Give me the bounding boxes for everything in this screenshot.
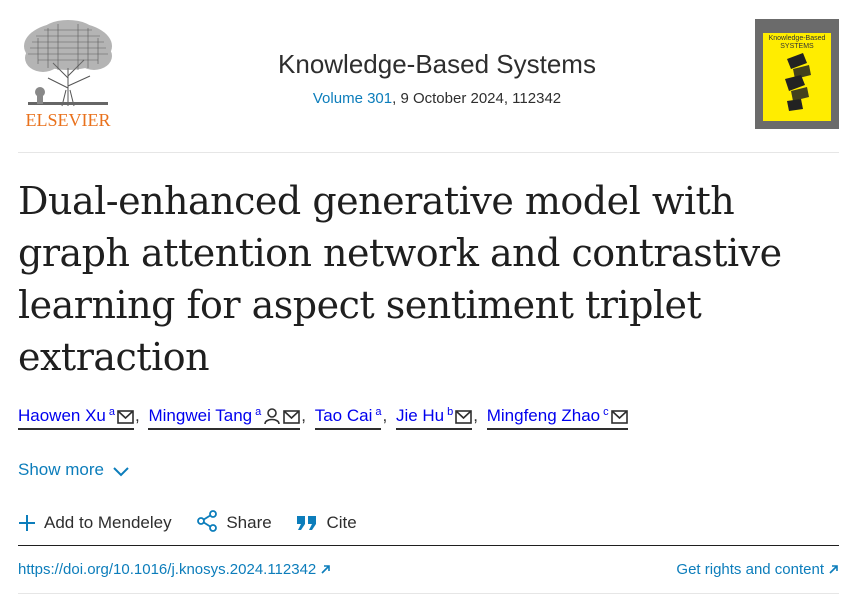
author-affiliation: a: [375, 406, 382, 418]
author-link[interactable]: Mingfeng Zhao c: [486, 406, 628, 430]
author-affiliation: a: [255, 406, 262, 418]
person-icon: [264, 408, 281, 424]
actions-divider: [18, 545, 839, 546]
cite-label: Cite: [326, 513, 357, 532]
author-link[interactable]: Jie Hu b: [395, 406, 473, 430]
doi-link[interactable]: https://doi.org/10.1016/j.knosys.2024.11…: [18, 561, 331, 578]
separator: ,: [382, 406, 388, 425]
header-divider: [18, 152, 839, 153]
cite-button[interactable]: Cite: [296, 513, 357, 533]
show-more-label: Show more: [18, 460, 104, 479]
author-affiliation: c: [603, 406, 609, 418]
publisher-wordmark: ELSEVIER: [25, 110, 111, 130]
rights-link[interactable]: Get rights and content: [676, 561, 839, 578]
author-name: Jie Hu: [395, 406, 445, 425]
share-icon: [197, 510, 218, 532]
add-to-mendeley-button[interactable]: Add to Mendeley: [18, 513, 172, 533]
separator: ,: [135, 406, 140, 425]
doi-text: https://doi.org/10.1016/j.knosys.2024.11…: [18, 561, 317, 578]
mendeley-label: Add to Mendeley: [44, 513, 172, 532]
show-more-button[interactable]: Show more: [18, 460, 130, 480]
separator: ,: [473, 406, 478, 425]
rights-text: Get rights and content: [676, 561, 824, 578]
quote-icon: [297, 516, 317, 530]
plus-icon: [19, 515, 35, 531]
author-list: Haowen Xu a, Mingwei Tang a, Tao Cai a, Jie…: [18, 406, 628, 430]
journal-title[interactable]: Knowledge-Based Systems: [200, 49, 674, 80]
issue-info: , 9 October 2024, 112342: [392, 90, 562, 107]
cover-title: Knowledge-Based SYSTEMS: [768, 35, 826, 50]
envelope-icon: [117, 410, 134, 424]
journal-cover[interactable]: Knowledge-Based SYSTEMS: [755, 19, 839, 129]
article-actions: Add to Mendeley Share Cite: [18, 510, 377, 533]
author-name: Tao Cai: [314, 406, 373, 425]
author-link[interactable]: Tao Cai a: [314, 406, 382, 430]
volume-link[interactable]: Volume 301: [313, 90, 392, 107]
author-name: Mingwei Tang: [148, 406, 253, 425]
envelope-icon: [610, 410, 628, 424]
envelope-icon: [283, 410, 301, 424]
author-name: Haowen Xu: [18, 406, 106, 425]
author-link[interactable]: Haowen Xu a: [18, 406, 135, 430]
author-affiliation: a: [108, 406, 116, 418]
journal-issue: Volume 301, 9 October 2024, 112342: [200, 90, 674, 107]
elsevier-tree-icon: [24, 20, 112, 107]
chevron-down-icon: [113, 467, 129, 477]
author-name: Mingfeng Zhao: [486, 406, 601, 425]
external-link-icon: [829, 565, 838, 574]
envelope-icon: [455, 410, 473, 424]
article-title: Dual-enhanced generative model with grap…: [18, 179, 782, 379]
external-link-icon: [321, 565, 331, 574]
elsevier-logo[interactable]: ELSEVIER: [18, 18, 118, 132]
share-button[interactable]: Share: [196, 510, 272, 533]
separator: ,: [301, 406, 306, 425]
footer-divider: [18, 593, 839, 594]
author-link[interactable]: Mingwei Tang a: [148, 406, 301, 430]
author-affiliation: b: [447, 406, 454, 418]
share-label: Share: [226, 513, 272, 532]
